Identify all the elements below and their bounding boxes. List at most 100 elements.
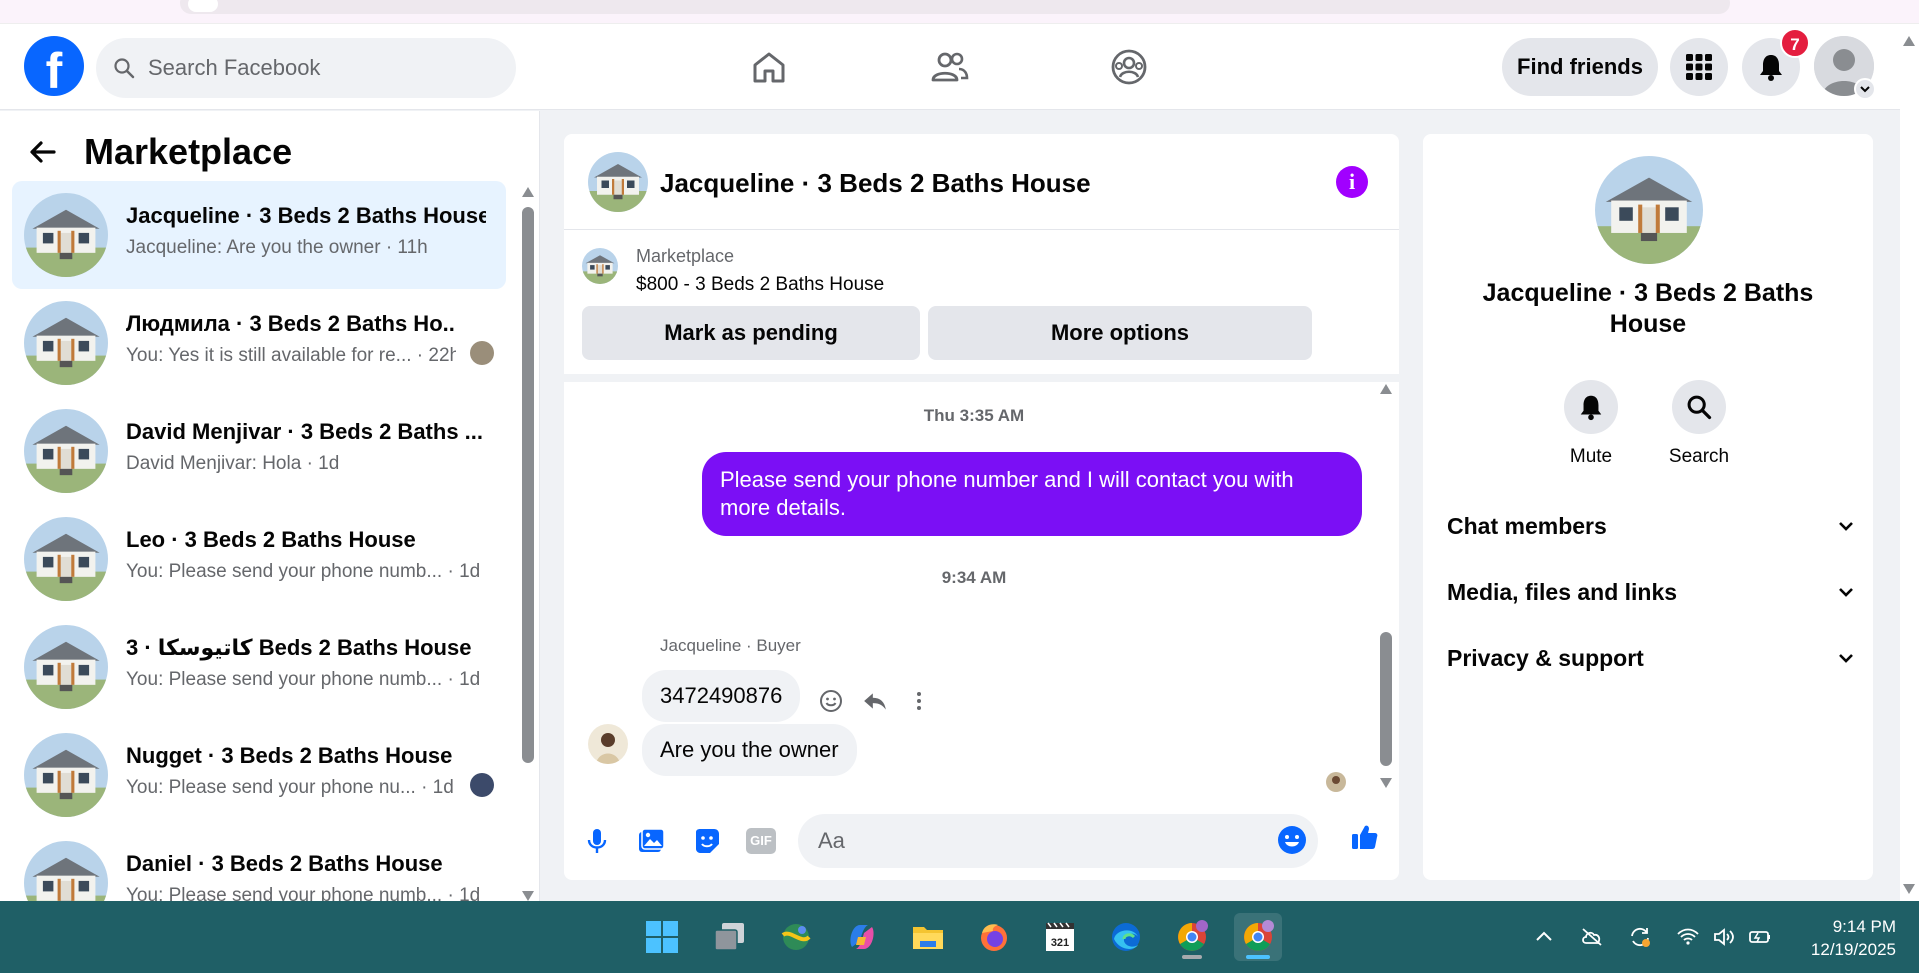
copilot-icon bbox=[850, 925, 874, 949]
scroll-down-arrow-icon[interactable] bbox=[1903, 884, 1915, 894]
home-nav-button[interactable] bbox=[744, 42, 794, 92]
groups-nav-button[interactable] bbox=[1104, 42, 1154, 92]
chat-title[interactable]: Jacqueline · 3 Beds 2 Baths House bbox=[660, 168, 1091, 199]
conversation-item[interactable]: Nugget · 3 Beds 2 Baths House You: Pleas… bbox=[12, 721, 506, 829]
listing-thumbnail bbox=[24, 517, 108, 601]
message-actions bbox=[816, 686, 948, 716]
conversation-preview: You: Please send your phone nu... · 1d bbox=[126, 777, 454, 798]
sidebar-scrollbar[interactable] bbox=[522, 187, 534, 901]
taskbar-app-file-explorer[interactable] bbox=[904, 913, 952, 961]
media-files-links-section[interactable]: Media, files and links bbox=[1447, 572, 1857, 612]
taskbar-app-globe[interactable] bbox=[772, 913, 820, 961]
message-composer: GIF bbox=[564, 802, 1399, 880]
chat-header: Jacqueline · 3 Beds 2 Baths House i bbox=[564, 134, 1399, 230]
voice-clip-button[interactable] bbox=[580, 824, 614, 858]
taskbar-app-firefox[interactable] bbox=[970, 913, 1018, 961]
search-conversation-action[interactable]: Search bbox=[1659, 380, 1739, 468]
onedrive-status-icon[interactable] bbox=[1578, 923, 1606, 951]
conversation-item[interactable]: Людмила · 3 Beds 2 Baths Ho... You: Yes … bbox=[12, 289, 506, 397]
scrollbar-thumb[interactable] bbox=[522, 207, 534, 763]
sticker-icon bbox=[696, 829, 719, 853]
conversation-preview: You: Yes it is still available for re...… bbox=[126, 345, 456, 366]
message-input[interactable] bbox=[818, 826, 1258, 856]
menu-button[interactable] bbox=[1670, 38, 1728, 96]
volume-status-icon[interactable] bbox=[1710, 923, 1738, 951]
conversation-title: Leo · 3 Beds 2 Baths House bbox=[126, 527, 416, 552]
conversation-item[interactable]: كاتيوسكا · 3 Beds 2 Baths House You: Ple… bbox=[12, 613, 506, 721]
scroll-up-arrow-icon[interactable] bbox=[1903, 36, 1915, 46]
reply-icon[interactable] bbox=[860, 686, 890, 716]
mute-action[interactable]: Mute bbox=[1551, 380, 1631, 468]
page-title: Marketplace bbox=[84, 131, 293, 172]
incoming-message-bubble[interactable]: Are you the owner bbox=[642, 724, 857, 776]
listing-small-thumbnail[interactable] bbox=[582, 248, 618, 284]
friends-nav-button[interactable] bbox=[924, 42, 974, 92]
search-bar[interactable] bbox=[96, 38, 516, 98]
wifi-status-icon[interactable] bbox=[1674, 923, 1702, 951]
search-icon bbox=[114, 58, 135, 79]
taskbar-app-edge[interactable] bbox=[1102, 913, 1150, 961]
message-input-container[interactable] bbox=[798, 814, 1318, 868]
notification-count-badge: 7 bbox=[1780, 28, 1810, 58]
attach-photo-button[interactable] bbox=[634, 824, 668, 858]
send-like-button[interactable] bbox=[1348, 820, 1382, 854]
search-label: Search bbox=[1668, 446, 1730, 467]
chat-listing-thumbnail[interactable] bbox=[588, 152, 648, 212]
conversation-item[interactable]: Leo · 3 Beds 2 Baths House You: Please s… bbox=[12, 505, 506, 613]
taskbar-app-chrome-active[interactable] bbox=[1234, 913, 1282, 961]
find-friends-button[interactable]: Find friends bbox=[1502, 38, 1658, 96]
globe-app-icon bbox=[781, 924, 811, 950]
search-input[interactable] bbox=[148, 55, 488, 81]
chat-members-section[interactable]: Chat members bbox=[1447, 506, 1857, 546]
show-hidden-icons-button[interactable] bbox=[1530, 923, 1558, 951]
conversation-preview: You: Please send your phone numb... · 1d bbox=[126, 669, 481, 690]
sticker-button[interactable] bbox=[690, 824, 724, 858]
emoji-icon[interactable] bbox=[1276, 824, 1308, 856]
page-scrollbar[interactable] bbox=[1900, 24, 1919, 901]
gif-button[interactable]: GIF bbox=[746, 828, 776, 854]
facebook-logo-icon[interactable]: f bbox=[24, 36, 84, 96]
mark-as-pending-button[interactable]: Mark as pending bbox=[582, 306, 920, 360]
chat-scrollbar[interactable] bbox=[1380, 382, 1392, 794]
chevron-down-icon bbox=[1860, 86, 1870, 93]
scroll-up-arrow-icon[interactable] bbox=[522, 187, 534, 197]
back-button[interactable] bbox=[28, 132, 68, 172]
account-menu-caret[interactable] bbox=[1854, 78, 1876, 100]
bell-icon bbox=[1580, 395, 1602, 421]
battery-status-icon[interactable] bbox=[1746, 923, 1774, 951]
grid-menu-icon bbox=[1686, 54, 1712, 80]
wifi-icon bbox=[1677, 928, 1699, 945]
start-button[interactable] bbox=[638, 913, 686, 961]
incoming-message-bubble[interactable]: 3472490876 bbox=[642, 670, 801, 722]
more-vertical-icon[interactable] bbox=[904, 686, 934, 716]
system-clock[interactable]: 9:14 PM 12/19/2025 bbox=[1796, 915, 1896, 961]
conversation-details-panel: Jacqueline · 3 Beds 2 Baths House Mute S… bbox=[1423, 134, 1873, 880]
conversation-item[interactable]: Jacqueline · 3 Beds 2 Baths House Jacque… bbox=[12, 181, 506, 289]
calendar-app-icon: 321 bbox=[1046, 922, 1074, 951]
address-bar-site-info[interactable] bbox=[188, 0, 218, 12]
groups-icon bbox=[1111, 49, 1147, 85]
react-emoji-icon[interactable] bbox=[816, 686, 846, 716]
outgoing-message-bubble[interactable]: Please send your phone number and I will… bbox=[702, 452, 1362, 536]
taskbar-app-calendar[interactable]: 321 bbox=[1036, 913, 1084, 961]
microphone-icon bbox=[587, 829, 607, 853]
edge-icon bbox=[1112, 923, 1140, 951]
details-listing-thumbnail[interactable] bbox=[1595, 156, 1703, 264]
address-bar[interactable] bbox=[180, 0, 1730, 14]
conversation-item[interactable]: David Menjivar · 3 Beds 2 Baths ... Davi… bbox=[12, 397, 506, 505]
sender-avatar[interactable] bbox=[588, 724, 628, 764]
info-icon[interactable]: i bbox=[1336, 166, 1368, 198]
scroll-down-arrow-icon[interactable] bbox=[1380, 778, 1392, 788]
more-options-button[interactable]: More options bbox=[928, 306, 1312, 360]
taskbar-app-chrome-profile-m[interactable] bbox=[1168, 913, 1216, 961]
conversation-item[interactable]: Daniel · 3 Beds 2 Baths House You: Pleas… bbox=[12, 829, 506, 901]
privacy-support-section[interactable]: Privacy & support bbox=[1447, 638, 1857, 678]
taskbar-app-copilot[interactable] bbox=[838, 913, 886, 961]
scroll-down-arrow-icon[interactable] bbox=[522, 891, 534, 901]
scroll-up-arrow-icon[interactable] bbox=[1380, 384, 1392, 394]
listing-price[interactable]: $800 - 3 Beds 2 Baths House bbox=[636, 274, 884, 296]
scrollbar-thumb[interactable] bbox=[1380, 632, 1392, 766]
task-view-button[interactable] bbox=[706, 913, 754, 961]
sync-status-icon[interactable] bbox=[1626, 923, 1654, 951]
chevron-down-icon bbox=[1839, 654, 1853, 663]
